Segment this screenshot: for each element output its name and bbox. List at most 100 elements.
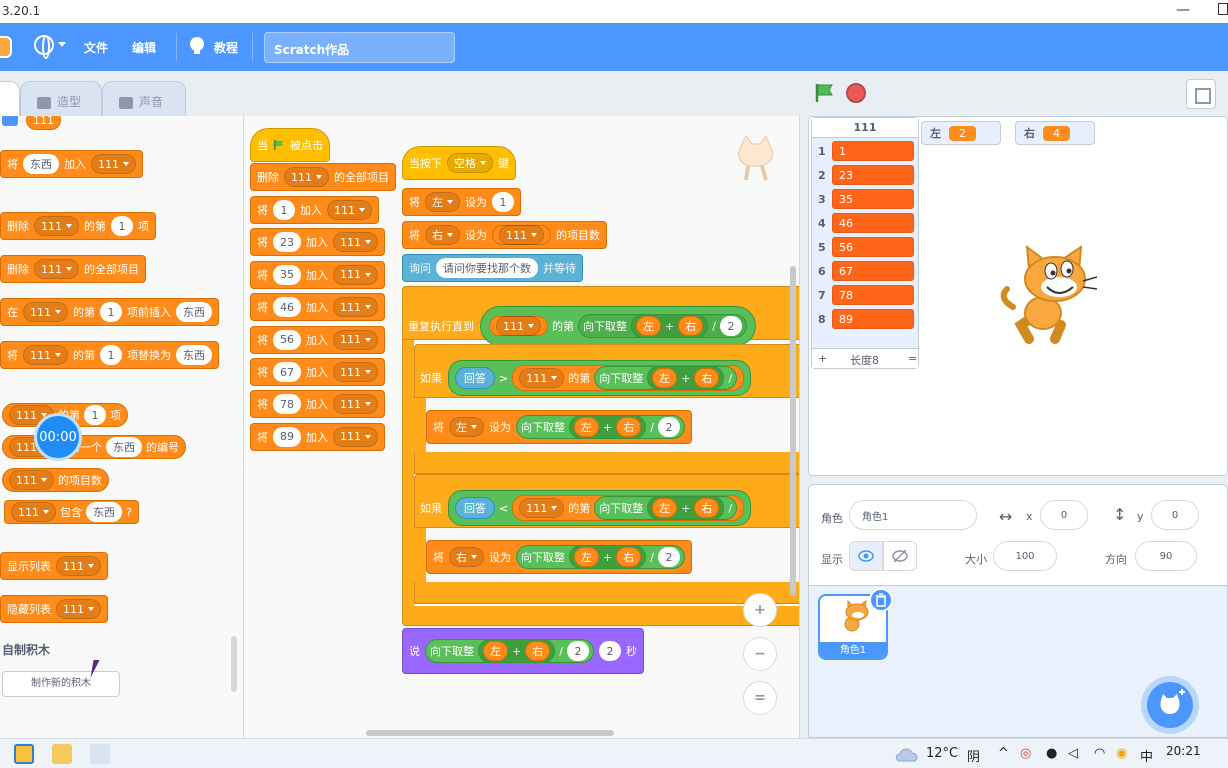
hide-list-block[interactable]: 隐藏列表 111 xyxy=(0,595,108,623)
variable-value: 2 xyxy=(949,125,976,141)
wifi-icon[interactable]: ◠ xyxy=(1094,746,1105,761)
make-block-button[interactable]: 制作新的积木 xyxy=(2,671,120,697)
set-left-block[interactable]: 将左设为 1 xyxy=(402,188,521,216)
zoom-in-button[interactable]: + xyxy=(743,593,777,627)
delete-all-block[interactable]: 删除 111 的全部项目 xyxy=(250,163,396,191)
add-to-list-block[interactable]: 将东西 加入 111 xyxy=(0,150,143,178)
menu-tutorials[interactable]: 教程 xyxy=(214,39,238,56)
list-item-value[interactable]: 46 xyxy=(832,213,914,233)
green-flag-icon[interactable] xyxy=(814,83,834,103)
workspace-vertical-scrollbar[interactable] xyxy=(790,266,796,596)
list-item-value[interactable]: 56 xyxy=(832,237,914,257)
set-right-mid-block[interactable]: 将右设为 向下取整左 + 右/2 xyxy=(426,540,692,574)
list-item[interactable]: 11 xyxy=(812,140,920,162)
sprite-name-input[interactable]: 角色1 xyxy=(849,500,977,530)
list-length-reporter[interactable]: 111 的项目数 xyxy=(2,468,109,492)
say-for-secs-block[interactable]: 说 向下取整左 + 右/2 2秒 xyxy=(402,628,644,674)
insert-item-block[interactable]: 在 111 的第 1 项前插入 东西 xyxy=(0,298,219,326)
list-item-value[interactable]: 23 xyxy=(832,165,914,185)
input-method-indicator[interactable]: 中 xyxy=(1140,746,1153,765)
palette-scrollbar[interactable] xyxy=(231,636,237,692)
cat-sprite[interactable] xyxy=(999,243,1099,349)
app-icon[interactable] xyxy=(90,744,110,764)
clock[interactable]: 20:21 xyxy=(1166,744,1201,758)
list-item-value[interactable]: 78 xyxy=(832,285,914,305)
scratch-app-icon[interactable] xyxy=(14,744,34,764)
list-item[interactable]: 8 89 xyxy=(812,308,920,330)
tab-sounds[interactable]: 声音 xyxy=(102,81,186,116)
variable-monitor-left[interactable]: 左 2 xyxy=(921,121,1001,145)
list-item-value[interactable]: 35 xyxy=(832,189,914,209)
key-press-hat-block[interactable]: 当按下 空格键 xyxy=(402,146,516,180)
list-item-value[interactable]: 89 xyxy=(832,309,914,329)
add-item-block[interactable]: 将 35 加入 111 xyxy=(250,260,385,289)
variable-monitor-right[interactable]: 右 4 xyxy=(1015,121,1095,145)
menu-edit[interactable]: 编辑 xyxy=(132,39,156,56)
list-reporter[interactable]: 111 xyxy=(26,116,61,130)
add-item-block[interactable]: 将 78 加入 111 xyxy=(250,390,385,419)
show-label: 显示 xyxy=(821,553,843,566)
y-position-input[interactable]: 0 xyxy=(1151,500,1199,530)
workspace-horizontal-scrollbar[interactable] xyxy=(366,730,614,736)
zoom-reset-button[interactable]: = xyxy=(743,681,777,715)
minimize-button[interactable]: — xyxy=(1176,2,1190,18)
list-item[interactable]: 6 67 xyxy=(812,260,920,282)
add-sprite-button[interactable] xyxy=(1147,682,1193,728)
chevron-down-icon[interactable] xyxy=(58,42,66,47)
chevron-up-icon[interactable]: ^ xyxy=(998,746,1009,761)
list-item-value[interactable]: 67 xyxy=(832,261,914,281)
stop-button[interactable] xyxy=(846,83,866,103)
delete-all-block[interactable]: 删除 111 的全部项目 xyxy=(0,255,146,283)
list-item[interactable]: 2 23 xyxy=(812,164,920,186)
x-position-input[interactable]: 0 xyxy=(1040,500,1088,530)
scratch-logo-icon[interactable] xyxy=(0,36,12,58)
delete-sprite-button[interactable] xyxy=(869,588,893,612)
delete-item-block[interactable]: 删除 111 的第 1 项 xyxy=(0,212,156,240)
list-resize-handle[interactable]: = xyxy=(908,352,917,365)
add-item-block[interactable]: 将 89 加入 111 xyxy=(250,422,385,451)
show-list-block[interactable]: 显示列表 111 xyxy=(0,552,108,580)
ask-and-wait-block[interactable]: 询问 请问你要找那个数 并等待 xyxy=(402,254,583,282)
add-item-block[interactable]: 将 67 加入 111 xyxy=(250,358,385,386)
item-number-reporter[interactable]: 111 中第一个 东西 的编号 xyxy=(2,435,186,459)
hide-sprite-button[interactable] xyxy=(883,541,917,571)
file-explorer-icon[interactable] xyxy=(52,744,72,764)
stage-layout-button[interactable] xyxy=(1186,79,1216,109)
tray-app-icon[interactable]: ◎ xyxy=(1020,746,1031,761)
list-item[interactable]: 7 78 xyxy=(812,284,920,306)
project-title-input[interactable]: Scratch作品 xyxy=(264,32,455,63)
list-item-value[interactable]: 1 xyxy=(832,141,914,161)
replace-item-block[interactable]: 将 111 的第 1 项替换为 东西 xyxy=(0,341,219,369)
add-item-block[interactable]: 将 56 加入 111 xyxy=(250,325,385,354)
microphone-icon[interactable]: ● xyxy=(1046,746,1057,761)
volume-icon[interactable]: ◁ xyxy=(1068,746,1078,761)
add-item-block[interactable]: 将 1 加入 111 xyxy=(250,196,379,224)
set-right-block[interactable]: 将右设为 111 的项目数 xyxy=(402,221,607,249)
code-workspace[interactable]: 当 被点击 删除 111 的全部项目 当按下 空格键 将左设为 1 将右设为 111 的项… xyxy=(244,116,800,738)
stage[interactable]: 111 1 1 2 23 3 35 4 46 5 56 6 67 7 78 8 89 + 长度8 = 左 2 … xyxy=(808,116,1228,476)
zoom-out-button[interactable]: − xyxy=(743,637,777,671)
list-item[interactable]: 5 56 xyxy=(812,236,920,258)
list-item[interactable]: 3 35 xyxy=(812,188,920,210)
language-globe-icon[interactable] xyxy=(34,35,54,59)
maximize-button[interactable] xyxy=(1218,3,1228,15)
list-add-button[interactable]: + xyxy=(818,352,827,365)
list-contains-boolean[interactable]: 111 包含 东西? xyxy=(4,500,139,524)
set-left-mid-block[interactable]: 将左设为 向下取整左 + 右/2 xyxy=(426,410,692,444)
tab-costumes[interactable]: 造型 xyxy=(20,81,102,116)
show-sprite-button[interactable] xyxy=(849,541,883,571)
list-monitor[interactable]: 111 1 1 2 23 3 35 4 46 5 56 6 67 7 78 8 89 + 长度8 = xyxy=(811,117,919,369)
list-item[interactable]: 4 46 xyxy=(812,212,920,234)
add-item-block[interactable]: 将 23 加入 111 xyxy=(250,228,385,257)
green-flag-hat-block[interactable]: 当 被点击 xyxy=(250,128,330,162)
tab-code[interactable] xyxy=(0,81,20,116)
direction-input[interactable]: 90 xyxy=(1135,541,1197,571)
size-input[interactable]: 100 xyxy=(993,541,1057,571)
repeat-until-foot xyxy=(402,606,799,626)
security-icon[interactable]: ◉ xyxy=(1116,746,1127,761)
list-monitor-title: 111 xyxy=(812,118,918,138)
add-item-block[interactable]: 将 46 加入 111 xyxy=(250,293,385,322)
menu-file[interactable]: 文件 xyxy=(84,39,108,56)
tutorial-bulb-icon[interactable] xyxy=(190,37,204,54)
list-checkbox[interactable] xyxy=(2,116,18,126)
